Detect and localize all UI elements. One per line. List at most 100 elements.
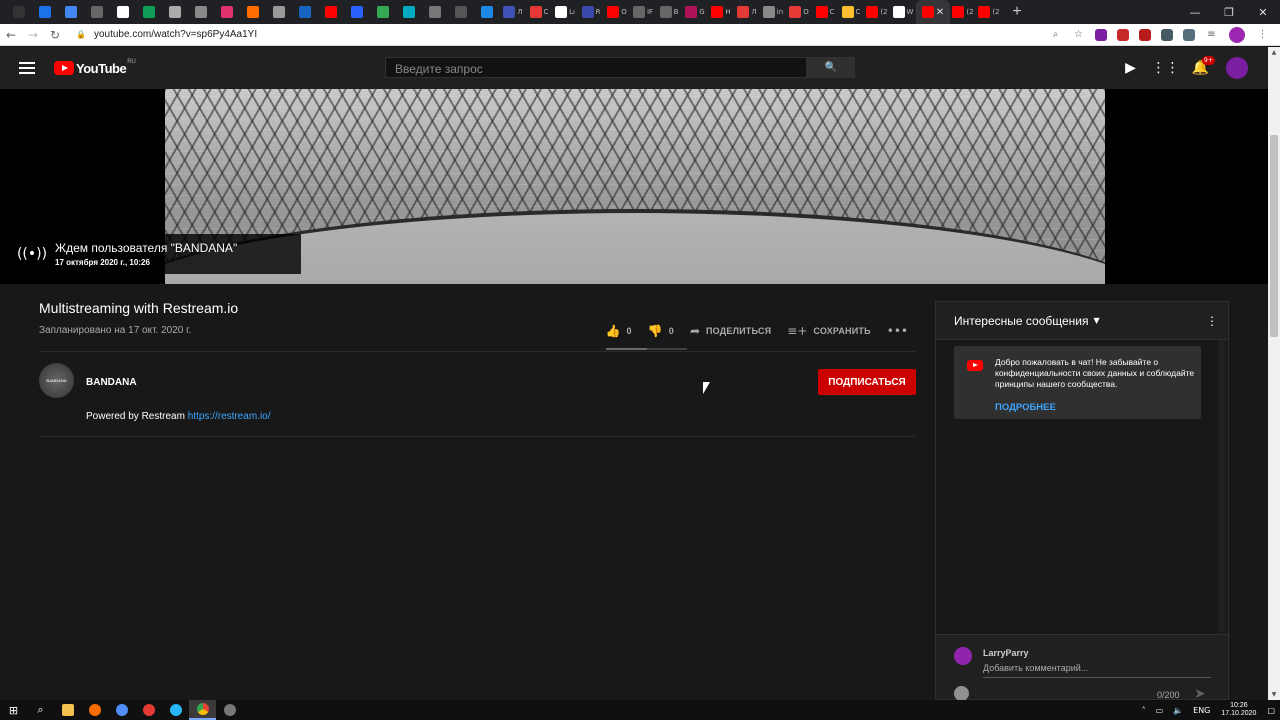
browser-tab[interactable]: R	[578, 0, 604, 24]
search-app-icon[interactable]	[81, 700, 108, 720]
browser-tab[interactable]	[396, 0, 422, 24]
page-scrollbar[interactable]: ▲ ▼	[1268, 47, 1280, 700]
browser-tab[interactable]: В	[656, 0, 682, 24]
save-button[interactable]: ≡+ СОХРАНИТЬ	[787, 324, 871, 338]
browser-tab[interactable]	[6, 0, 32, 24]
reading-list-icon[interactable]: ≡	[1200, 25, 1223, 45]
network-icon[interactable]: ▭	[1151, 706, 1169, 715]
browser-tab[interactable]	[162, 0, 188, 24]
video-player[interactable]: ((•)) Ждем пользователя "BANDANA" 17 окт…	[0, 89, 1268, 284]
browser-tab[interactable]: (2	[950, 0, 976, 24]
account-avatar[interactable]	[1226, 57, 1248, 79]
create-video-icon[interactable]: ▶︎	[1113, 55, 1148, 81]
like-button[interactable]: 👍 0	[606, 324, 632, 338]
dislike-button[interactable]: 👎 0	[648, 324, 674, 338]
extension-red-icon[interactable]	[1117, 28, 1129, 41]
language-indicator[interactable]: ENG	[1188, 706, 1215, 715]
browser-tab[interactable]: С	[526, 0, 552, 24]
close-window-button[interactable]: ✕	[1246, 0, 1280, 24]
app-blue-icon[interactable]	[108, 700, 135, 720]
notifications-bell-icon[interactable]: 🔔 9+	[1183, 55, 1218, 81]
search-input[interactable]: Введите запрос	[385, 57, 807, 78]
file-explorer-icon[interactable]	[54, 700, 81, 720]
chat-scrollbar[interactable]	[1218, 340, 1226, 634]
learn-more-link[interactable]: ПОДРОБНЕЕ	[995, 402, 1056, 413]
new-tab-button[interactable]: +	[1006, 3, 1028, 21]
menu-icon[interactable]	[19, 62, 35, 74]
browser-tab[interactable]	[448, 0, 474, 24]
windows-start-icon[interactable]: ⊞	[0, 700, 27, 720]
chat-menu-icon[interactable]: ⋮	[1206, 314, 1218, 328]
browser-tab[interactable]: О	[786, 0, 812, 24]
restore-button[interactable]: ❐	[1212, 0, 1246, 24]
browser-tab[interactable]: W	[890, 0, 916, 24]
browser-tab[interactable]	[370, 0, 396, 24]
browser-tab[interactable]: (2	[976, 0, 1002, 24]
browser-tab[interactable]	[136, 0, 162, 24]
taskbar-search-icon[interactable]: ⌕	[27, 700, 54, 720]
zoom-search-icon[interactable]: ⌕	[1044, 25, 1067, 45]
extension-gray-icon[interactable]	[1161, 28, 1173, 41]
search-icon[interactable]: 🔍	[807, 57, 855, 78]
browser-tab[interactable]: IF	[630, 0, 656, 24]
close-tab-icon[interactable]: ✕	[936, 7, 944, 18]
scroll-down-icon[interactable]: ▼	[1268, 691, 1280, 698]
browser-tab[interactable]: (2	[864, 0, 890, 24]
browser-tab[interactable]: ✕	[916, 0, 950, 24]
browser-tab[interactable]	[110, 0, 136, 24]
browser-tab[interactable]	[422, 0, 448, 24]
app-cyan-icon[interactable]	[162, 700, 189, 720]
chat-comment-input[interactable]: Добавить комментарий...	[983, 663, 1211, 678]
browser-tab[interactable]: G	[682, 0, 708, 24]
browser-tab[interactable]	[32, 0, 58, 24]
clock[interactable]: 10:26 17.10.2020	[1215, 702, 1262, 718]
browser-tab[interactable]	[188, 0, 214, 24]
browser-tab[interactable]: in	[760, 0, 786, 24]
youtube-logo[interactable]: YouTube RU	[54, 59, 136, 76]
browser-tab[interactable]	[292, 0, 318, 24]
browser-tab[interactable]	[240, 0, 266, 24]
minimize-button[interactable]: —	[1178, 0, 1212, 24]
profile-avatar-icon[interactable]	[1229, 26, 1245, 43]
browser-tab[interactable]: Л	[734, 0, 760, 24]
notifications-center-icon[interactable]: ▢	[1262, 706, 1280, 715]
reload-icon[interactable]: ↻	[44, 24, 66, 46]
more-actions-button[interactable]: •••	[887, 324, 908, 338]
share-button[interactable]: ➦ ПОДЕЛИТЬСЯ	[690, 324, 771, 338]
app-gray-icon[interactable]	[216, 700, 243, 720]
browser-tab[interactable]: С	[838, 0, 864, 24]
forward-icon[interactable]: →	[22, 24, 44, 46]
chat-mode-dropdown[interactable]: Интересные сообщения	[954, 314, 1089, 328]
extension-pen-icon[interactable]	[1095, 28, 1107, 41]
browser-tab[interactable]: Л	[500, 0, 526, 24]
volume-icon[interactable]: 🔈	[1168, 706, 1188, 715]
emoji-icon[interactable]	[954, 686, 969, 701]
channel-name[interactable]: BANDANA	[86, 377, 137, 388]
scroll-up-icon[interactable]: ▲	[1268, 49, 1280, 56]
browser-tab[interactable]	[474, 0, 500, 24]
back-icon[interactable]: ←	[0, 24, 22, 46]
browser-tab[interactable]: Н	[708, 0, 734, 24]
tray-chevron-icon[interactable]: ˄	[1137, 706, 1151, 715]
browser-tab[interactable]	[266, 0, 292, 24]
browser-tab[interactable]: С	[812, 0, 838, 24]
apps-grid-icon[interactable]: ⋮⋮	[1148, 55, 1183, 81]
app-red-icon[interactable]	[135, 700, 162, 720]
url-field[interactable]: 🔒 youtube.com/watch?v=sp6Py4Aa1YI	[72, 26, 1044, 44]
description-link[interactable]: https://restream.io/	[188, 411, 271, 422]
browser-tab[interactable]	[214, 0, 240, 24]
browser-tab[interactable]: О	[604, 0, 630, 24]
extension-badge-icon[interactable]	[1139, 28, 1151, 41]
browser-tab[interactable]	[344, 0, 370, 24]
chrome-taskbar-icon[interactable]	[189, 700, 216, 720]
bookmark-star-icon[interactable]: ☆	[1067, 25, 1090, 45]
channel-avatar[interactable]: BANDANA	[39, 363, 74, 398]
chrome-menu-icon[interactable]: ⋮	[1251, 25, 1274, 45]
chevron-down-icon[interactable]: ▼	[1094, 316, 1100, 325]
scrollbar-thumb[interactable]	[1270, 135, 1278, 337]
browser-tab[interactable]	[84, 0, 110, 24]
extension-puzzle-icon[interactable]	[1183, 28, 1195, 41]
subscribe-button[interactable]: ПОДПИСАТЬСЯ	[818, 369, 916, 395]
browser-tab[interactable]	[58, 0, 84, 24]
browser-tab[interactable]: Lı	[552, 0, 578, 24]
